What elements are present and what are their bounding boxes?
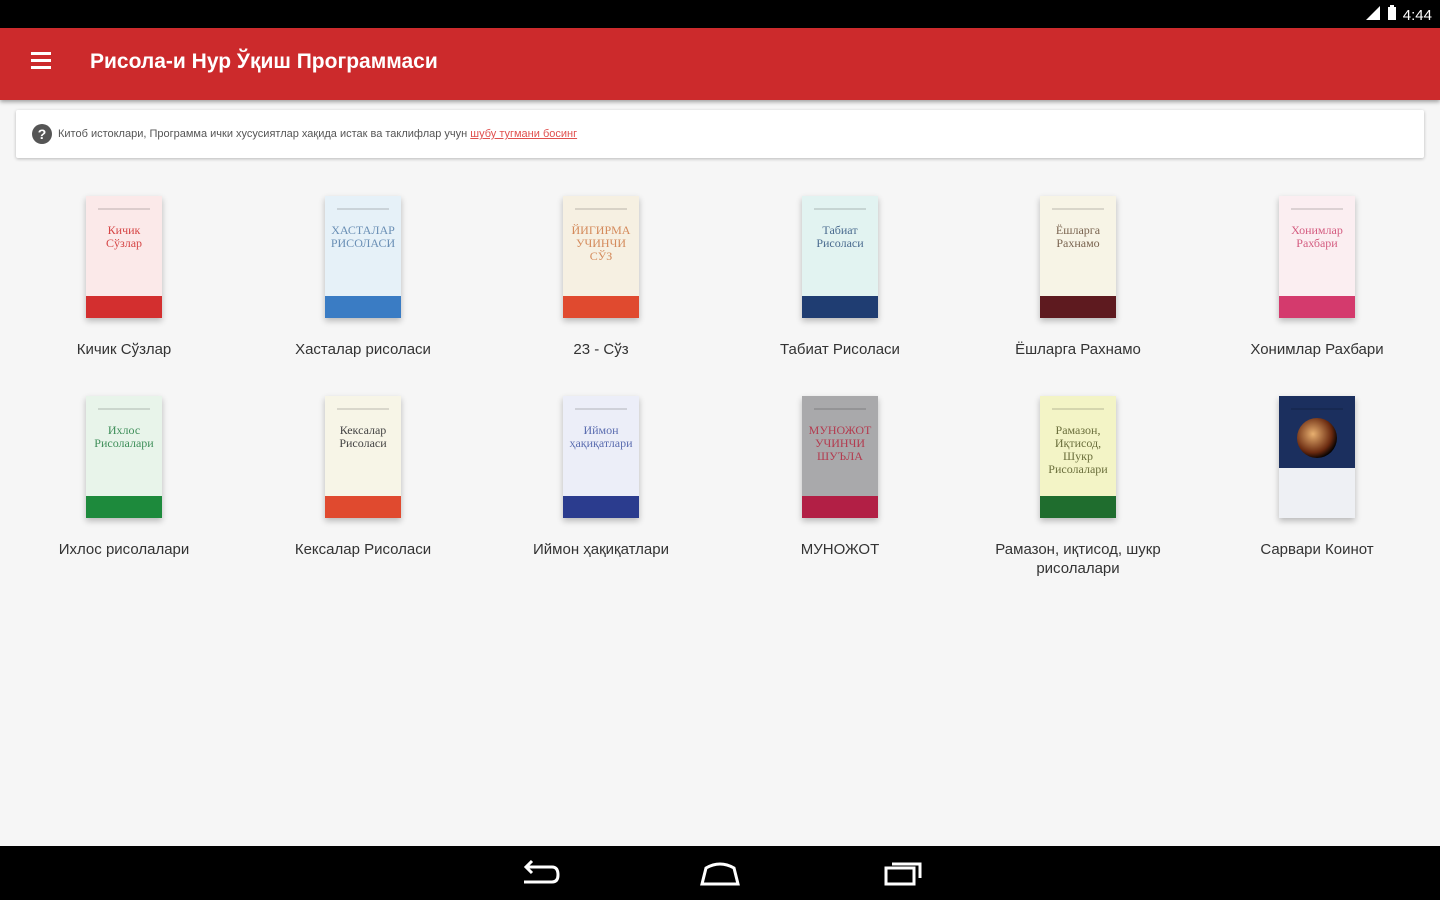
feedback-link[interactable]: шубу тугмани босинг	[470, 128, 577, 140]
book-title: Сарвари Коинот	[1260, 541, 1374, 558]
status-time: 4:44	[1402, 6, 1432, 24]
book-cover-title: ЙИГИРМА УЧИНЧИ СЎЗ	[571, 223, 631, 263]
status-bar: 4:44	[0, 0, 1440, 28]
book-cover-title: Табиат Рисоласи	[816, 223, 864, 250]
book-cover[interactable]: Кичик Сўзлар	[86, 196, 162, 318]
book-item[interactable]: ХАСТАЛАР РИСОЛАСИ Хасталар рисоласи	[244, 196, 482, 359]
book-title: МУНОЖОТ	[800, 541, 880, 558]
book-cover[interactable]: МУНОЖОТ УЧИНЧИ ШУЪЛА	[802, 396, 878, 518]
book-title: Ёшларга Рахнамо	[1015, 341, 1141, 358]
status-icons: 4:44	[1365, 5, 1432, 25]
book-cover[interactable]: Иймон ҳақиқатлари	[563, 396, 639, 518]
book-cover-title: Кичик Сўзлар	[105, 223, 143, 250]
book-title: Ихлос рисолалари	[58, 541, 190, 558]
book-cover[interactable]	[1279, 396, 1355, 518]
book-cover[interactable]: ЙИГИРМА УЧИНЧИ СЎЗ	[563, 196, 639, 318]
book-item[interactable]: Кексалар Рисоласи Кексалар Рисоласи	[244, 396, 482, 559]
battery-icon	[1387, 5, 1397, 25]
book-cover-title: Рамазон, Иқтисод, Шукр Рисолалари	[1048, 423, 1108, 476]
book-cover-title: МУНОЖОТ УЧИНЧИ ШУЪЛА	[808, 423, 872, 463]
book-title: Кексалар Рисоласи	[294, 541, 432, 558]
book-cover-title: Ёшларга Рахнамо	[1055, 223, 1101, 250]
book-title: Иймон ҳақиқатлари	[533, 541, 669, 558]
book-item[interactable]: Табиат Рисоласи Табиат Рисоласи	[721, 196, 959, 359]
book-cover[interactable]: Рамазон, Иқтисод, Шукр Рисолалари	[1040, 396, 1116, 518]
book-title: Хасталар рисоласи	[295, 341, 431, 358]
book-item[interactable]: Ихлос Рисолалари Ихлос рисолалари	[5, 396, 243, 559]
book-cover-title: ХАСТАЛАР РИСОЛАСИ	[330, 223, 396, 250]
home-icon[interactable]	[698, 856, 742, 890]
menu-icon[interactable]	[26, 48, 56, 78]
book-item[interactable]: Хонимлар Рахбари Хонимлар Рахбари	[1198, 196, 1436, 359]
book-item[interactable]: ЙИГИРМА УЧИНЧИ СЎЗ 23 - Сўз	[482, 196, 720, 359]
info-card: ? Китоб истоклари, Программа ички хусуси…	[16, 110, 1424, 158]
info-text: Китоб истоклари, Программа ички хусусият…	[58, 128, 468, 140]
book-item[interactable]: Ёшларга Рахнамо Ёшларга Рахнамо	[959, 196, 1197, 359]
book-title: Хонимлар Рахбари	[1250, 341, 1384, 358]
book-title: Рамазон, иқтисод, шукр рисолалари	[995, 541, 1161, 577]
app-bar: Рисола-и Нур Ўқиш Программаси	[0, 28, 1440, 100]
navigation-bar	[0, 846, 1440, 900]
book-cover[interactable]: Хонимлар Рахбари	[1279, 196, 1355, 318]
book-item[interactable]: Рамазон, Иқтисод, Шукр Рисолалари Рамазон…	[959, 396, 1197, 578]
book-title: 23 - Сўз	[573, 341, 629, 358]
book-item[interactable]: МУНОЖОТ УЧИНЧИ ШУЪЛА МУНОЖОТ	[721, 396, 959, 559]
back-icon[interactable]	[518, 856, 562, 890]
book-cover-title: Кексалар Рисоласи	[339, 423, 387, 450]
galaxy-icon	[1297, 418, 1337, 458]
recent-apps-icon[interactable]	[880, 856, 924, 890]
book-cover[interactable]: Табиат Рисоласи	[802, 196, 878, 318]
help-icon: ?	[32, 124, 52, 144]
book-item[interactable]: Кичик Сўзлар Кичик Сўзлар	[5, 196, 243, 359]
book-item[interactable]: Иймон ҳақиқатлари Иймон ҳақиқатлари	[482, 396, 720, 559]
book-cover[interactable]: ХАСТАЛАР РИСОЛАСИ	[325, 196, 401, 318]
book-title: Кичик Сўзлар	[76, 341, 172, 358]
book-cover-title: Ихлос Рисолалари	[94, 423, 154, 450]
book-cover-title: Иймон ҳақиқатлари	[569, 423, 633, 450]
app-title: Рисола-и Нур Ўқиш Программаси	[90, 50, 438, 73]
book-item[interactable]: Сарвари Коинот	[1198, 396, 1436, 559]
book-cover[interactable]: Ихлос Рисолалари	[86, 396, 162, 518]
book-cover-title: Хонимлар Рахбари	[1291, 223, 1343, 250]
book-cover[interactable]: Ёшларга Рахнамо	[1040, 196, 1116, 318]
book-cover[interactable]: Кексалар Рисоласи	[325, 396, 401, 518]
book-title: Табиат Рисоласи	[780, 341, 900, 358]
signal-icon	[1365, 5, 1381, 25]
